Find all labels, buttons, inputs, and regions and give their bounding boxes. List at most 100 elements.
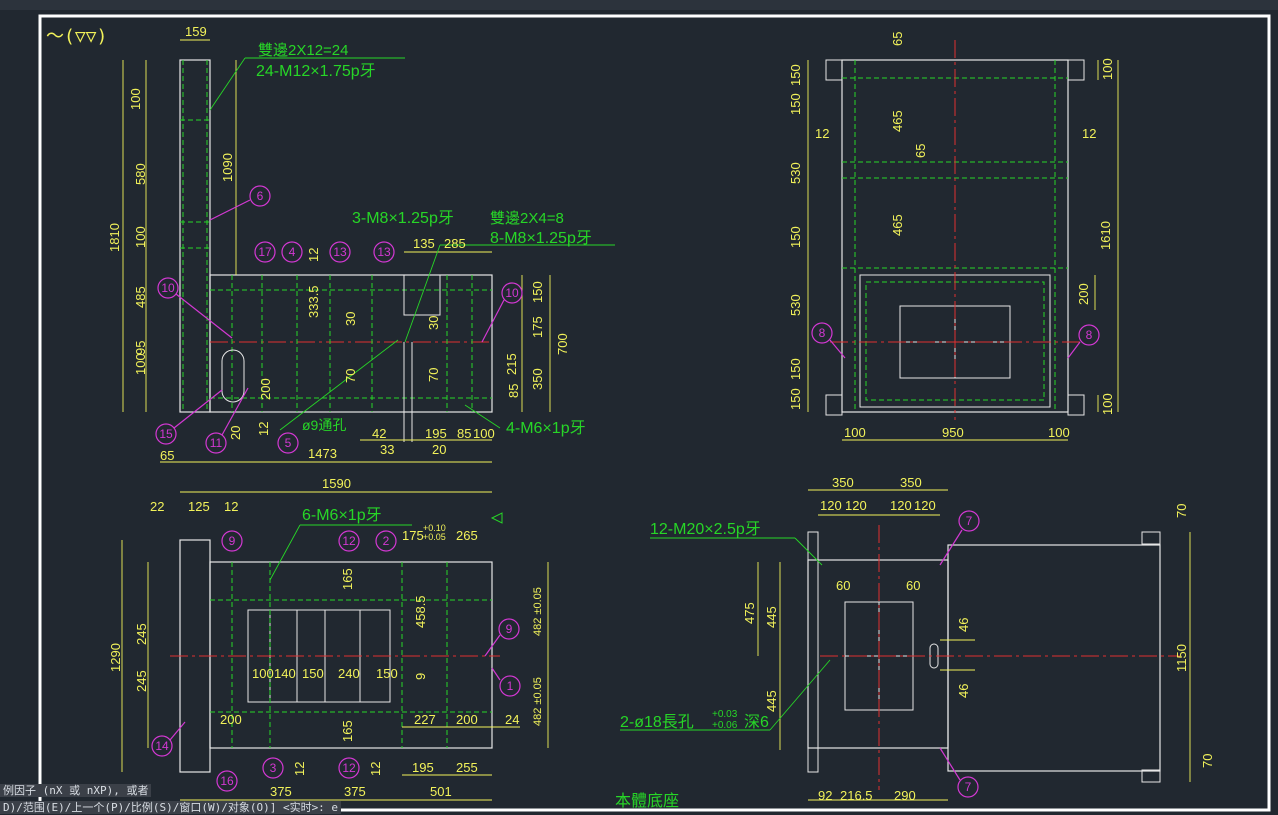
- dim-label: 150: [530, 281, 545, 303]
- balloon-label: 13: [333, 245, 347, 259]
- note-text: 4-M6×1p牙: [506, 420, 586, 437]
- drawing-canvas[interactable]: ～(▽▽) 159 100 580 1090 100 485 1810 100 …: [0, 0, 1278, 815]
- balloon-label: 4: [289, 245, 296, 259]
- dim-label: 85: [457, 426, 471, 441]
- balloon-label: 16: [220, 774, 234, 788]
- dim-label: 70: [1200, 754, 1215, 768]
- dim-label: 195: [425, 426, 447, 441]
- dim-label: 265: [456, 528, 478, 543]
- balloon-label: 5: [285, 436, 292, 450]
- dim-label: 100: [1100, 58, 1115, 80]
- balloon-label: 1: [507, 679, 514, 693]
- dim-label: 255: [456, 760, 478, 775]
- command-line-history: 例因子 (nX 或 nXP), 或者: [0, 784, 152, 797]
- dim-label: 290: [894, 788, 916, 803]
- balloon-label: 15: [159, 427, 173, 441]
- dim-label: 46: [956, 618, 971, 632]
- note-text: 深6: [744, 713, 769, 731]
- dim-label: 485: [133, 286, 148, 308]
- balloon-circles: [151, 185, 1100, 798]
- dim-label: 350: [832, 475, 854, 490]
- dim-label: 159: [185, 24, 207, 39]
- dim-label: 200: [220, 712, 242, 727]
- dim-label: 530: [788, 162, 803, 184]
- balloon-label: 9: [506, 622, 513, 636]
- dim-label: 33: [380, 442, 394, 457]
- dim-label: 195: [412, 760, 434, 775]
- dim-label: 30: [426, 316, 441, 330]
- balloon-label: 12: [342, 534, 356, 548]
- dim-label: 125: [188, 499, 210, 514]
- dim-label: 20: [228, 426, 243, 440]
- dim-label: 1810: [107, 223, 122, 252]
- dim-label: 70: [343, 369, 358, 383]
- side-view[interactable]: [807, 40, 1119, 441]
- dim-label: 200: [258, 378, 273, 400]
- dim-label: 65: [913, 144, 928, 158]
- dim-label: 216.5: [840, 788, 873, 803]
- dim-label: 12: [815, 126, 829, 141]
- dim-label: 285: [444, 236, 466, 251]
- dim-label: 215: [504, 353, 519, 375]
- dim-label: 12: [1082, 126, 1096, 141]
- dim-label: 482 ±0.05: [532, 587, 544, 636]
- dim-label: 100: [252, 666, 274, 681]
- note-text: +0.06: [712, 720, 738, 731]
- dim-label: 100: [1100, 393, 1115, 415]
- dim-label: 100: [133, 353, 148, 375]
- note-text: 12-M20×2.5p牙: [650, 521, 761, 538]
- dim-label: 70: [426, 368, 441, 382]
- dim-label: 100: [473, 426, 495, 441]
- dim-label: 42: [372, 426, 386, 441]
- dimension-labels: 159 100 580 1090 100 485 1810 100 95 200…: [107, 24, 1215, 803]
- dim-label: 1290: [108, 643, 123, 672]
- dim-label: 150: [788, 226, 803, 248]
- dim-label: 150: [302, 666, 324, 681]
- command-line-input[interactable]: D)/范围(E)/上一个(P)/比例(S)/窗口(W)/对象(O)] <实时>:…: [0, 801, 342, 814]
- dim-label: 65: [160, 448, 174, 463]
- balloon-label: 8: [1086, 328, 1093, 342]
- dim-label: 200: [456, 712, 478, 727]
- dim-label: 95: [133, 341, 148, 355]
- dim-label: 465: [890, 214, 905, 236]
- dim-label: 70: [1174, 504, 1189, 518]
- dim-label: 375: [344, 784, 366, 799]
- balloon-label: 10: [505, 286, 519, 300]
- dim-label: 100: [128, 88, 143, 110]
- dim-label: 458.5: [413, 595, 428, 628]
- dim-label: +0.05: [423, 532, 446, 542]
- dim-label: 120: [820, 498, 842, 513]
- balloon-label: 7: [965, 780, 972, 794]
- finish-symbol: ～(▽▽): [46, 26, 107, 47]
- dim-label: 60: [906, 578, 920, 593]
- dim-label: 482 ±0.05: [532, 677, 544, 726]
- dim-label: 165: [340, 720, 355, 742]
- note-text: +0.03: [712, 709, 738, 720]
- dim-label: 1090: [220, 153, 235, 182]
- dim-label: 120: [890, 498, 912, 513]
- dim-label: 135: [413, 236, 435, 251]
- balloon-label: 17: [258, 245, 272, 259]
- dim-label: 9: [413, 673, 428, 680]
- dim-label: 475: [742, 602, 757, 624]
- dim-label: 375: [270, 784, 292, 799]
- dim-label: 445: [764, 606, 779, 628]
- note-text: 8-M8×1.25p牙: [490, 230, 592, 247]
- dim-label: 20: [432, 442, 446, 457]
- note-text: 雙邊2X4=8: [490, 210, 564, 227]
- dim-label: 30: [343, 312, 358, 326]
- drawing-title: 本體底座: [615, 792, 679, 810]
- dim-label: 175: [402, 528, 424, 543]
- dim-label: 65: [890, 32, 905, 46]
- dim-label: 85: [506, 384, 521, 398]
- balloon-labels: 6 17 4 13 13 10 10 15 11 5 8 8 9 12 2 9 …: [155, 189, 1092, 794]
- dim-label: 350: [900, 475, 922, 490]
- dim-label: 150: [376, 666, 398, 681]
- dim-label: 22: [150, 499, 164, 514]
- front-view[interactable]: [122, 39, 615, 463]
- dim-label: 580: [133, 163, 148, 185]
- dim-label: 465: [890, 110, 905, 132]
- plan-view[interactable]: [121, 491, 549, 801]
- balloon-label: 13: [377, 245, 391, 259]
- dim-label: 165: [340, 568, 355, 590]
